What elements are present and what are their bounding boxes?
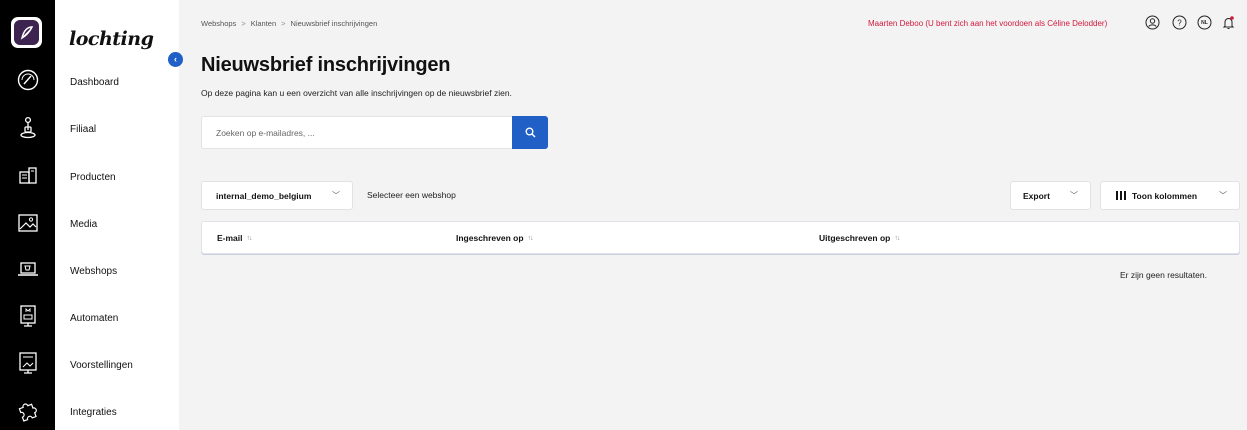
laptop-cart-icon[interactable] xyxy=(0,249,55,289)
columns-icon xyxy=(1116,191,1126,200)
chevron-down-icon: ﹀ xyxy=(1070,191,1078,200)
page-description: Op deze pagina kan u een overzicht van a… xyxy=(201,88,512,98)
breadcrumb-separator: > xyxy=(241,19,246,28)
chevron-left-icon: ‹ xyxy=(174,54,177,64)
search-input[interactable]: Zoeken op e-mailadres, ... xyxy=(201,116,513,149)
sidebar-item-filiaal[interactable]: Filiaal xyxy=(70,124,96,135)
search-button[interactable] xyxy=(512,116,548,149)
sidebar-item-dashboard[interactable]: Dashboard xyxy=(70,77,119,88)
sidebar-item-webshops[interactable]: Webshops xyxy=(70,266,117,277)
search-placeholder: Zoeken op e-mailadres, ... xyxy=(216,127,315,138)
show-columns-label: Toon kolommen xyxy=(1132,190,1198,201)
presentation-icon[interactable] xyxy=(0,343,55,383)
svg-text:?: ? xyxy=(1177,18,1182,27)
breadcrumb-separator: > xyxy=(281,19,286,28)
breadcrumb-current: Nieuwsbrief inschrijvingen xyxy=(290,19,378,28)
help-icon[interactable]: ? xyxy=(1171,14,1188,31)
column-header-unsubscribed-on[interactable]: Uitgeschreven op ↑↓ xyxy=(819,233,900,243)
export-label: Export xyxy=(1023,190,1050,201)
webshop-select-value: internal_demo_belgium xyxy=(216,190,312,201)
column-header-label: Ingeschreven op xyxy=(456,233,524,243)
breadcrumb-webshops[interactable]: Webshops xyxy=(201,19,236,28)
column-header-email[interactable]: E-mail ↑↓ xyxy=(217,233,253,243)
breadcrumb-klanten[interactable]: Klanten xyxy=(251,19,276,28)
column-header-subscribed-on[interactable]: Ingeschreven op ↑↓ xyxy=(456,233,534,243)
notification-bell-icon[interactable] xyxy=(1220,14,1237,31)
vending-machine-icon[interactable] xyxy=(0,296,55,336)
chevron-down-icon: ﹀ xyxy=(1219,191,1227,200)
store-pin-icon[interactable] xyxy=(0,108,55,148)
impersonation-notice[interactable]: Maarten Deboo (U bent zich aan het voord… xyxy=(868,19,1107,28)
search-icon xyxy=(525,127,536,138)
language-button[interactable]: NL xyxy=(1196,14,1213,31)
sort-icon[interactable]: ↑↓ xyxy=(894,235,900,242)
show-columns-button[interactable]: Toon kolommen ﹀ xyxy=(1100,181,1240,210)
icon-rail xyxy=(0,0,55,430)
language-code: NL xyxy=(1201,19,1208,26)
sidebar-item-automaten[interactable]: Automaten xyxy=(70,313,118,324)
empty-state: Er zijn geen resultaten. xyxy=(1120,270,1207,280)
sort-icon[interactable]: ↑↓ xyxy=(247,235,253,242)
puzzle-icon[interactable] xyxy=(0,390,55,430)
export-button[interactable]: Export ﹀ xyxy=(1010,181,1091,210)
user-icon[interactable] xyxy=(1144,14,1161,31)
sidebar-item-producten[interactable]: Producten xyxy=(70,172,116,183)
column-header-label: E-mail xyxy=(217,233,243,243)
webshop-select[interactable]: internal_demo_belgium ﹀ xyxy=(201,181,353,210)
subscriptions-table: E-mail ↑↓ Ingeschreven op ↑↓ Uitgeschrev… xyxy=(201,221,1240,254)
brand-logo: lochting xyxy=(69,28,154,50)
image-icon[interactable] xyxy=(0,203,55,243)
chevron-down-icon: ﹀ xyxy=(332,191,340,200)
gauge-icon[interactable] xyxy=(0,60,55,100)
sidebar-item-integraties[interactable]: Integraties xyxy=(70,407,117,418)
column-header-label: Uitgeschreven op xyxy=(819,233,891,243)
webshop-hint: Selecteer een webshop xyxy=(367,190,456,200)
products-icon[interactable] xyxy=(0,155,55,195)
sidebar-item-voorstellingen[interactable]: Voorstellingen xyxy=(70,360,133,371)
app-logo-icon[interactable] xyxy=(11,17,42,48)
collapse-sidebar-button[interactable]: ‹ xyxy=(168,52,183,67)
breadcrumb: Webshops > Klanten > Nieuwsbrief inschri… xyxy=(201,19,377,28)
page-title: Nieuwsbrief inschrijvingen xyxy=(201,54,451,76)
sidebar: lochting Dashboard Filiaal Producten Med… xyxy=(55,0,179,430)
sidebar-item-media[interactable]: Media xyxy=(70,219,97,230)
sort-icon[interactable]: ↑↓ xyxy=(528,235,534,242)
